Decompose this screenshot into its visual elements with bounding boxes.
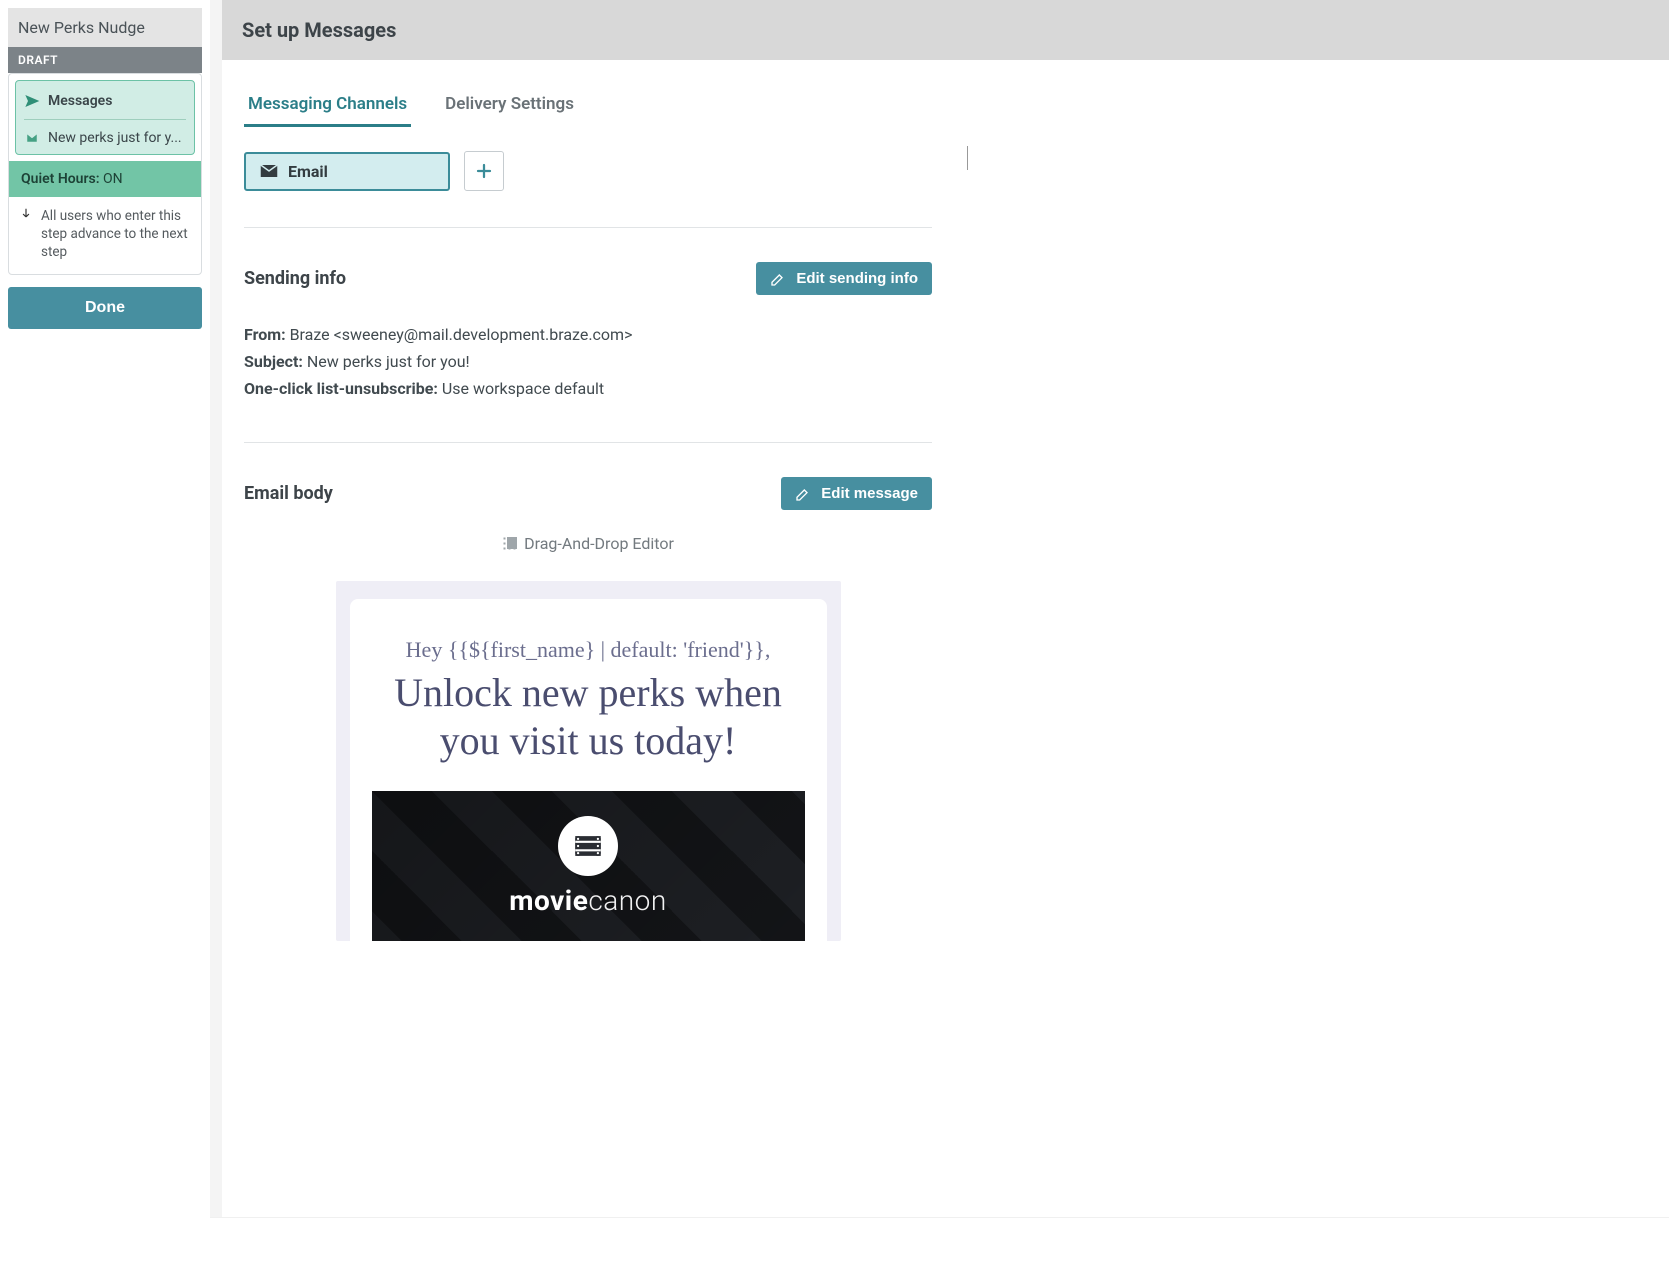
paper-plane-icon	[24, 93, 40, 109]
drag-grid-icon	[502, 536, 518, 552]
channel-chip-email-label: Email	[288, 162, 328, 181]
plus-icon	[475, 162, 493, 180]
tab-messaging-channels[interactable]: Messaging Channels	[244, 86, 411, 127]
subject-value: New perks just for you!	[307, 352, 470, 371]
advance-note-text: All users who enter this step advance to…	[41, 207, 191, 262]
advance-note-row: All users who enter this step advance to…	[9, 197, 201, 274]
tabs: Messaging Channels Delivery Settings	[244, 86, 932, 127]
edit-icon	[795, 486, 811, 502]
page-title: Set up Messages	[222, 0, 1669, 60]
brand-text-light: canon	[588, 884, 666, 917]
main-panel: Set up Messages Messaging Channels Deliv…	[222, 0, 1669, 1217]
footer-bar	[0, 1217, 1669, 1261]
envelope-icon	[24, 132, 40, 144]
done-button[interactable]: Done	[8, 287, 202, 329]
preview-brand-banner: moviecanon	[372, 791, 805, 941]
edit-icon	[770, 271, 786, 287]
brand-text-bold: movie	[509, 884, 588, 917]
from-row: From: Braze <sweeney@mail.development.br…	[244, 325, 932, 344]
sending-info-header: Sending info Edit sending info	[244, 262, 932, 295]
text-cursor	[967, 146, 968, 170]
quiet-hours-label: Quiet Hours:	[21, 171, 100, 187]
preview-brand-text: moviecanon	[509, 884, 667, 917]
arrow-down-icon	[19, 207, 33, 262]
editor-type-label: Drag-And-Drop Editor	[524, 534, 674, 553]
editor-type-badge: Drag-And-Drop Editor	[244, 534, 932, 553]
envelope-icon	[260, 164, 278, 178]
edit-sending-info-label: Edit sending info	[796, 270, 918, 287]
quiet-hours-value: ON	[103, 171, 123, 187]
channel-chip-row: Email	[244, 151, 932, 228]
unsubscribe-value: Use workspace default	[442, 379, 604, 398]
from-value: Braze <sweeney@mail.development.braze.co…	[290, 325, 633, 344]
main-scroll[interactable]: Messaging Channels Delivery Settings Ema…	[222, 60, 1669, 1217]
email-body-heading: Email body	[244, 483, 333, 504]
step-message-preview: New perks just for y...	[48, 130, 182, 146]
preview-greeting: Hey {{${first_name} | default: 'friend'}…	[372, 637, 805, 663]
step-messages-label: Messages	[48, 93, 112, 109]
sending-info-body: From: Braze <sweeney@mail.development.br…	[244, 325, 932, 443]
preview-hero-text: Unlock new perks when you visit us today…	[372, 669, 805, 765]
email-body-header: Email body Edit message	[244, 477, 932, 510]
edit-message-button[interactable]: Edit message	[781, 477, 932, 510]
edit-sending-info-button[interactable]: Edit sending info	[756, 262, 932, 295]
from-label: From:	[244, 325, 286, 344]
edit-message-label: Edit message	[821, 485, 918, 502]
sending-info-heading: Sending info	[244, 268, 346, 289]
quiet-hours-row[interactable]: Quiet Hours: ON	[9, 161, 201, 197]
subject-label: Subject:	[244, 352, 303, 371]
step-messages-header: Messages	[24, 89, 186, 113]
film-reel-icon	[558, 816, 618, 876]
tab-delivery-settings[interactable]: Delivery Settings	[441, 86, 578, 127]
campaign-title: New Perks Nudge	[8, 8, 202, 47]
channel-chip-email[interactable]: Email	[244, 152, 450, 191]
unsubscribe-row: One-click list-unsubscribe: Use workspac…	[244, 379, 932, 398]
status-badge: DRAFT	[8, 47, 202, 73]
step-message-item[interactable]: New perks just for y...	[24, 126, 186, 150]
step-messages-block[interactable]: Messages New perks just for y...	[15, 80, 195, 155]
sidebar: New Perks Nudge DRAFT Messages New perks…	[0, 0, 210, 1261]
email-preview: Hey {{${first_name} | default: 'friend'}…	[336, 581, 841, 941]
step-card: Messages New perks just for y... Quiet H…	[8, 73, 202, 275]
add-channel-button[interactable]	[464, 151, 504, 191]
subject-row: Subject: New perks just for you!	[244, 352, 932, 371]
email-preview-card: Hey {{${first_name} | default: 'friend'}…	[350, 599, 827, 941]
unsubscribe-label: One-click list-unsubscribe:	[244, 379, 438, 398]
